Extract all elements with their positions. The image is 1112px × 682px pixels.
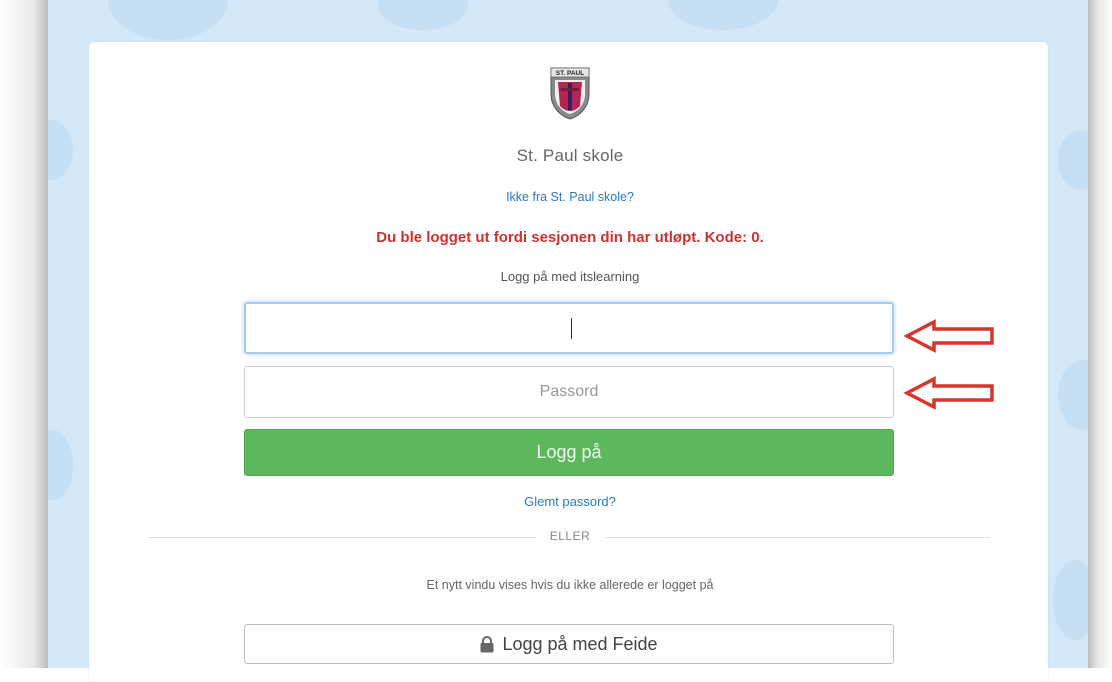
svg-text:ST. PAUL: ST. PAUL (556, 70, 584, 77)
background-decoration (378, 0, 468, 30)
username-input[interactable] (244, 302, 894, 354)
page-shadow-left (0, 0, 48, 668)
school-crest-logo: ST. PAUL (550, 67, 590, 120)
password-input[interactable] (244, 366, 894, 418)
school-name: St. Paul skole (516, 146, 624, 165)
page-shadow-right (1088, 0, 1112, 668)
lock-icon (480, 635, 494, 652)
left-arrow-icon (904, 376, 994, 410)
background-decoration (1053, 560, 1088, 640)
new-window-info: Et nytt vindu vises hvis du ikke allered… (426, 578, 714, 592)
background-decoration (668, 0, 778, 30)
feide-login-label: Logg på med Feide (502, 633, 658, 654)
background-decoration (48, 430, 73, 500)
login-button[interactable]: Logg på (244, 429, 894, 476)
feide-login-button[interactable]: Logg på med Feide (244, 624, 894, 664)
text-cursor (571, 318, 572, 339)
left-arrow-icon (904, 319, 994, 353)
forgot-password-link[interactable]: Glemt passord? (0, 494, 1112, 509)
not-from-school-link[interactable]: Ikke fra St. Paul skole? (0, 190, 1112, 204)
or-divider-label: ELLER (549, 529, 591, 543)
background-decoration (1058, 360, 1088, 430)
session-expired-error: Du ble logget ut fordi sesjonen din har … (376, 229, 764, 246)
login-heading: Logg på med itslearning (500, 269, 640, 284)
background-decoration (108, 0, 228, 40)
